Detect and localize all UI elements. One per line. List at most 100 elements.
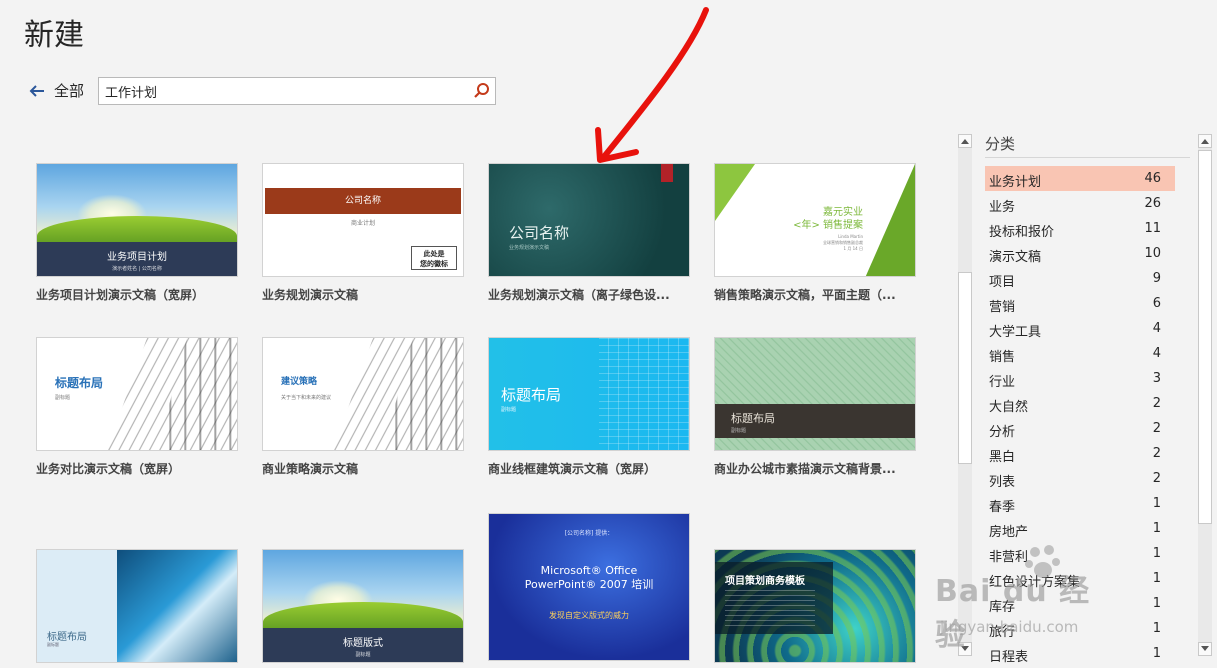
category-item[interactable]: 黑白 2 [985,441,1175,466]
category-item[interactable]: 投标和报价 11 [985,216,1175,241]
thumb-title: 公司名称 [509,224,570,242]
thumb-title: 建议策略 [281,377,318,387]
template-caption: 商业线框建筑演示文稿（宽屏） [488,462,657,476]
template-thumbnail: 嘉元实业 <年> 销售提案 Linda Martin 全球营销和销售副总裁 1 … [714,163,916,277]
thumb-subtitle: 商业计划 [350,220,375,227]
category-item[interactable]: 房地产 1 [985,516,1175,541]
template-thumbnail: 建议策略 关于当下和未来的建议 [262,337,464,451]
category-item[interactable]: 行业 3 [985,366,1175,391]
category-item[interactable]: 项目 9 [985,266,1175,291]
templates-scroll-down-button[interactable] [958,642,972,656]
template-tile-powerpoint-training[interactable]: [公司名称] 提供： Microsoft® Office PowerPoint®… [488,513,690,661]
category-label: 分析 [989,425,1016,440]
thumb-subtitle: 副标题 [731,428,747,434]
categories-scroll-up-button[interactable] [1198,134,1212,148]
category-item[interactable]: 非营利 1 [985,541,1175,566]
category-item[interactable]: 销售 4 [985,341,1175,366]
template-tile-business-plan-ion-green[interactable]: 公司名称 业务规划演示文稿 业务规划演示文稿（离子绿色设... [488,163,690,303]
template-caption: 业务对比演示文稿（宽屏） [36,462,181,476]
category-label: 大学工具 [989,325,1042,340]
template-caption: 业务规划演示文稿 [262,288,359,302]
category-count: 4 [1152,346,1161,361]
thumb-subtitle: 副标题 [47,642,59,647]
category-label: 房地产 [989,525,1029,540]
category-item[interactable]: 大自然 2 [985,391,1175,416]
thumb-subtitle: 演示者姓名 | 公司名称 [112,266,162,272]
template-caption: 商业策略演示文稿 [262,462,359,476]
category-item[interactable]: 业务 26 [985,191,1175,216]
category-label: 业务 [989,200,1016,215]
category-count: 6 [1152,296,1161,311]
category-label: 投标和报价 [989,225,1055,240]
category-label: 红色设计方案集 [989,575,1081,590]
category-label: 春季 [989,500,1016,515]
categories-scroll-down-button[interactable] [1198,642,1212,656]
thumb-logo-placeholder: 此处是 您的徽标 [411,246,457,270]
categories-scrollbar-thumb[interactable] [1198,150,1212,524]
category-item[interactable]: 演示文稿 10 [985,241,1175,266]
template-thumbnail: 标题布局 副标题 [714,337,916,451]
back-label: 全部 [54,82,85,100]
category-count: 9 [1152,271,1161,286]
category-divider [985,157,1190,158]
back-to-all-button[interactable]: 全部 [28,80,84,101]
category-label: 大自然 [989,400,1029,415]
template-tile-business-project-plan[interactable]: 业务项目计划 演示者姓名 | 公司名称 业务项目计划演示文稿（宽屏） [36,163,238,303]
template-tile-landscape[interactable]: 标题版式 副标题 [262,549,464,663]
template-tile-glass-building[interactable]: 标题布局 副标题 [36,549,238,663]
thumb-title: 标题布局 [501,386,562,404]
thumb-subtitle: 副标题 [55,395,71,401]
category-item[interactable]: 红色设计方案集 1 [985,566,1175,591]
thumb-subtitle: 关于当下和未来的建议 [281,395,332,401]
thumb-title: 标题版式 [343,638,383,649]
category-item[interactable]: 营销 6 [985,291,1175,316]
category-count: 46 [1144,171,1161,186]
category-item[interactable]: 日程表 1 [985,641,1175,666]
category-item[interactable]: 库存 1 [985,591,1175,616]
category-item[interactable]: 业务计划 46 [985,166,1175,191]
thumb-subtitle: 副标题 [355,652,371,658]
template-caption: 销售策略演示文稿，平面主题（... [714,288,896,302]
caret-down-icon [961,646,969,651]
template-tile-sales-strategy[interactable]: 嘉元实业 <年> 销售提案 Linda Martin 全球营销和销售副总裁 1 … [714,163,916,303]
category-count: 1 [1152,621,1161,636]
template-tile-project-planning[interactable]: 项目策划商务模板 [714,549,916,663]
category-count: 1 [1152,546,1161,561]
template-tile-wireframe-building[interactable]: 标题布局 副标题 商业线框建筑演示文稿（宽屏） [488,337,690,477]
category-count: 1 [1152,521,1161,536]
category-item[interactable]: 大学工具 4 [985,316,1175,341]
category-item[interactable]: 分析 2 [985,416,1175,441]
thumb-subtitle: 副标题 [501,407,517,413]
thumb-title: 标题布局 [55,376,104,390]
template-tile-business-comparison[interactable]: 标题布局 副标题 业务对比演示文稿（宽屏） [36,337,238,477]
category-list: 业务计划 46 业务 26 投标和报价 11 演示文稿 10 项目 9 营销 6 大学工具 4 销售 4 行业 3… [985,166,1175,666]
caret-up-icon [961,139,969,144]
category-label: 营销 [989,300,1016,315]
template-tile-city-sketch[interactable]: 标题布局 副标题 商业办公城市素描演示文稿背景... [714,337,916,477]
search-icon[interactable] [473,82,491,100]
template-tile-business-plan[interactable]: 公司名称 商业计划 此处是 您的徽标 业务规划演示文稿 [262,163,464,303]
category-count: 1 [1152,596,1161,611]
category-label: 销售 [989,350,1016,365]
templates-scrollbar-thumb[interactable] [958,272,972,464]
caret-up-icon [1201,139,1209,144]
template-thumbnail: 业务项目计划 演示者姓名 | 公司名称 [36,163,238,277]
templates-scroll-up-button[interactable] [958,134,972,148]
template-caption: 业务规划演示文稿（离子绿色设... [488,288,670,302]
category-count: 1 [1152,646,1161,661]
category-count: 11 [1144,221,1161,236]
category-item[interactable]: 列表 2 [985,466,1175,491]
category-item[interactable]: 春季 1 [985,491,1175,516]
category-label: 列表 [989,475,1016,490]
category-count: 4 [1152,321,1161,336]
category-heading: 分类 [985,135,1016,153]
template-caption: 商业办公城市素描演示文稿背景... [714,462,896,476]
category-label: 演示文稿 [989,250,1042,265]
template-search-input[interactable] [99,78,481,104]
template-tile-business-strategy[interactable]: 建议策略 关于当下和未来的建议 商业策略演示文稿 [262,337,464,477]
category-label: 日程表 [989,650,1029,665]
template-caption: 业务项目计划演示文稿（宽屏） [36,288,205,302]
category-count: 1 [1152,571,1161,586]
thumb-title: 标题布局 [731,412,775,425]
category-item[interactable]: 旅行 1 [985,616,1175,641]
